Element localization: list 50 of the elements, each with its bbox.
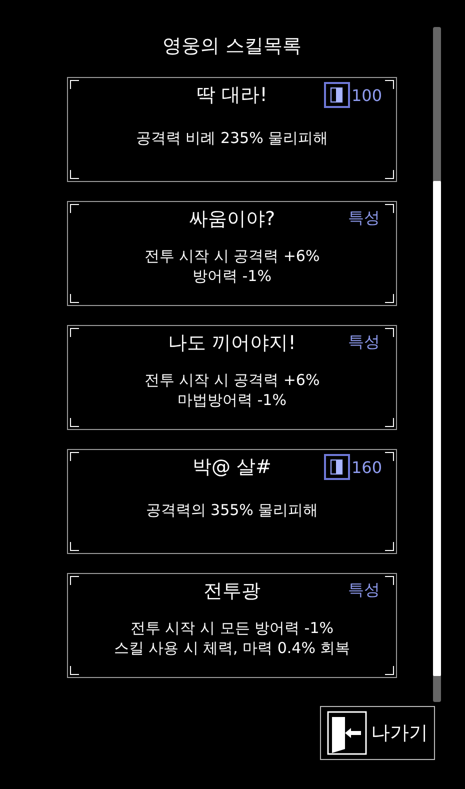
corner-ornament <box>70 666 79 675</box>
corner-ornament <box>70 418 79 427</box>
corner-ornament <box>70 542 79 551</box>
skill-card[interactable]: 딱 대라! 100 공격력 비례 235% 물리피해 <box>67 77 397 182</box>
corner-ornament <box>385 576 394 585</box>
trait-label: 특성 <box>348 580 380 601</box>
scrollbar[interactable] <box>433 27 441 702</box>
corner-ornament <box>385 452 394 461</box>
exit-door-icon <box>327 711 367 755</box>
skill-description: 전투 시작 시 공격력 +6% <box>144 370 320 390</box>
skill-description: 공격력 비례 235% 물리피해 <box>136 128 328 148</box>
corner-ornament <box>385 666 394 675</box>
corner-ornament <box>70 452 79 461</box>
corner-ornament <box>385 418 394 427</box>
corner-ornament <box>385 204 394 213</box>
skill-card[interactable]: 전투광 특성 전투 시작 시 모든 방어력 -1% 스킬 사용 시 체력, 마력 0.4% 회복 <box>67 573 397 678</box>
trait-label: 특성 <box>348 208 380 229</box>
skill-description: 공격력의 355% 물리피해 <box>146 500 318 520</box>
corner-ornament <box>385 294 394 303</box>
skill-name: 박@ 살# <box>192 455 272 480</box>
skill-description: 방어력 -1% <box>192 266 272 286</box>
trait-label: 특성 <box>348 332 380 353</box>
corner-ornament <box>385 328 394 337</box>
skill-description: 마법방어력 -1% <box>178 390 286 410</box>
skill-card[interactable]: 나도 끼어야지! 특성 전투 시작 시 공격력 +6% 마법방어력 -1% <box>67 325 397 430</box>
skill-cost-icon <box>324 82 350 108</box>
skill-card[interactable]: 박@ 살# 160 공격력의 355% 물리피해 <box>67 449 397 554</box>
corner-ornament <box>70 328 79 337</box>
screen-title: 영웅의 스킬목록 <box>161 34 303 59</box>
corner-ornament <box>70 170 79 179</box>
skill-name: 싸움이야? <box>188 207 276 232</box>
skill-cost-icon <box>324 454 350 480</box>
corner-ornament <box>385 80 394 89</box>
skill-name: 전투광 <box>204 579 260 604</box>
skill-cost: 160 <box>351 458 382 476</box>
exit-button[interactable]: 나가기 <box>320 706 435 760</box>
skill-description: 전투 시작 시 공격력 +6% <box>144 246 320 266</box>
corner-ornament <box>70 204 79 213</box>
skill-description: 스킬 사용 시 체력, 마력 0.4% 회복 <box>114 638 350 658</box>
skill-description: 전투 시작 시 모든 방어력 -1% <box>130 618 334 638</box>
corner-ornament <box>385 542 394 551</box>
corner-ornament <box>70 294 79 303</box>
corner-ornament <box>385 170 394 179</box>
skill-name: 딱 대라! <box>196 83 268 108</box>
skill-name: 나도 끼어야지! <box>168 331 296 356</box>
corner-ornament <box>70 576 79 585</box>
skill-cost: 100 <box>351 86 382 104</box>
corner-ornament <box>70 80 79 89</box>
skill-card[interactable]: 싸움이야? 특성 전투 시작 시 공격력 +6% 방어력 -1% <box>67 201 397 306</box>
scrollbar-thumb[interactable] <box>433 181 441 676</box>
